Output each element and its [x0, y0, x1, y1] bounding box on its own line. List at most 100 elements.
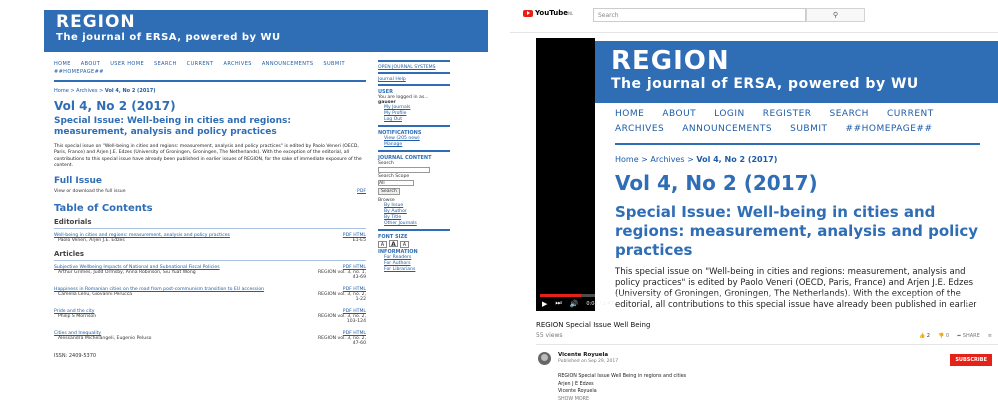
article-title-link[interactable]: Pride and the city: [54, 309, 96, 314]
desc-line: Vicente Royuela: [558, 389, 597, 394]
theater-icon[interactable]: ▭: [975, 299, 982, 308]
article-authors: Arthur Grimes, Judd Ormsby, Anna Robinso…: [58, 269, 196, 275]
scope-label: Search Scope: [378, 174, 410, 179]
article-title-link[interactable]: Happiness in Romanian cities on the road…: [54, 287, 264, 292]
frame-nav-item: SEARCH: [829, 109, 869, 119]
article-ref: REGION vol. 3, no. 2,: [317, 335, 366, 341]
sidebar-search-button[interactable]: Search: [378, 188, 400, 195]
article-item: Pride and the city Philip S Morrison PDF …: [54, 309, 366, 324]
publish-date: Published on Sep 29, 2017: [558, 359, 619, 364]
frame-nav-item: ANNOUNCEMENTS: [682, 124, 773, 134]
scope-select[interactable]: All: [378, 180, 414, 186]
frame-nav-item: ARCHIVES: [615, 124, 665, 134]
journal-banner: REGION The journal of ERSA, powered by W…: [44, 10, 488, 52]
yt-logo[interactable]: YouTube NL: [523, 9, 573, 17]
frame-nav-item: REGISTER: [762, 109, 812, 119]
nav-user-home[interactable]: USER HOME: [110, 61, 144, 67]
divider: [536, 344, 998, 345]
article-ref: REGION vol. 3, no. 1,: [317, 269, 366, 275]
article-authors: Camelia Lenu, Giovanni Perucca: [58, 291, 133, 297]
article-ref: REGION vol. 3, no. 2,: [317, 313, 366, 319]
frame-nav-item: ABOUT: [662, 109, 697, 119]
divider: [54, 227, 366, 229]
crumb-home[interactable]: Home: [54, 88, 69, 94]
play-icon[interactable]: ▶: [542, 300, 547, 308]
frame-nav-item: CURRENT: [886, 109, 934, 119]
sidebar-search-input[interactable]: [378, 167, 430, 173]
journal-main: HOME ABOUT USER HOME SEARCH CURRENT ARCHIVES A…: [54, 52, 366, 405]
nav-search[interactable]: SEARCH: [154, 61, 177, 67]
nav-announcements[interactable]: ANNOUNCEMENTS: [262, 61, 314, 67]
article-title-link[interactable]: Well-being in cities and regions: measur…: [54, 233, 230, 238]
nav-homepage[interactable]: ##HOMEPAGE##: [54, 69, 104, 75]
show-more-button[interactable]: SHOW MORE: [558, 396, 686, 404]
font-medium-button[interactable]: A: [389, 240, 398, 248]
dislike-button[interactable]: 👎 0: [938, 333, 949, 339]
article-ref: REGION vol. 3, no. 2,: [317, 291, 366, 297]
journal-title: REGION: [56, 12, 136, 32]
yt-header: YouTube NL Search ⚲: [510, 0, 998, 33]
divider: [378, 72, 450, 74]
font-small-button[interactable]: A: [378, 241, 387, 248]
divider: [378, 229, 450, 231]
other-journals[interactable]: Other Journals: [378, 221, 450, 227]
articles-heading: Articles: [54, 249, 85, 258]
article-item: Cities and Inequality Alessandra Michelan…: [54, 331, 366, 346]
full-issue-text: View or download the full issue: [54, 188, 126, 194]
logout-link[interactable]: Log Out: [378, 117, 450, 123]
for-librarians-link[interactable]: For Librarians: [378, 267, 450, 273]
nav-about[interactable]: ABOUT: [81, 61, 100, 67]
crumb-current: Vol 4, No 2 (2017): [104, 88, 156, 94]
notif-manage-link[interactable]: Manage: [378, 142, 450, 148]
search-input[interactable]: Search: [593, 8, 806, 22]
divider: [615, 143, 980, 145]
video-description: REGION Special Issue Well Being in regio…: [558, 373, 686, 403]
video-title: REGION Special Issue Well Being: [536, 321, 651, 329]
play-logo-icon: [523, 9, 533, 17]
frame-journal-title: REGION: [611, 46, 730, 76]
frame-main: HOME ABOUT LOGIN REGISTER SEARCH CURRENT ARCH…: [615, 104, 980, 311]
article-title-link[interactable]: Subjective Wellbeing Impacts of National…: [54, 265, 220, 270]
nav-home[interactable]: HOME: [54, 61, 71, 67]
desc-line: REGION Special Issue Well Being in regio…: [558, 374, 687, 379]
divider: [378, 60, 450, 62]
nav-current[interactable]: CURRENT: [187, 61, 214, 67]
crumb-archives[interactable]: Archives: [76, 88, 97, 94]
yt-logo-region: NL: [567, 10, 574, 16]
article-links[interactable]: PDF HTML: [343, 233, 366, 238]
nav-archives[interactable]: ARCHIVES: [224, 61, 252, 67]
view-count: 55 views: [536, 332, 563, 339]
article-authors: Philip S Morrison: [58, 313, 97, 319]
like-button[interactable]: 👍 2: [919, 333, 930, 339]
settings-icon[interactable]: ⚙: [964, 299, 970, 308]
frame-nav-item: ##HOMEPAGE##: [845, 124, 933, 134]
frame-breadcrumb: Home > Archives > Vol 4, No 2 (2017): [615, 155, 778, 164]
time-readout: 0:04 / 1:47: [586, 300, 614, 307]
avatar[interactable]: [538, 352, 551, 365]
fullscreen-icon[interactable]: ⛶: [987, 299, 992, 308]
add-to-icon[interactable]: ≡: [988, 333, 992, 339]
thumbs-down-icon: 👎: [937, 333, 945, 339]
frame-issue-title: Vol 4, No 2 (2017): [615, 171, 818, 195]
volume-icon[interactable]: 🔊: [570, 300, 579, 308]
progress-bar[interactable]: [540, 294, 994, 297]
share-icon: ➦: [957, 333, 962, 339]
article-pages: E1-E5: [352, 237, 366, 243]
share-button[interactable]: ➦ SHARE: [957, 333, 980, 339]
channel-name[interactable]: Vicente Royuela: [558, 352, 608, 358]
frame-journal-subtitle: The journal of ERSA, powered by WU: [611, 76, 919, 92]
full-issue-pdf-link[interactable]: PDF: [357, 189, 366, 194]
next-icon[interactable]: ⏭: [555, 299, 561, 308]
font-large-button[interactable]: A: [400, 241, 409, 248]
subscribe-button[interactable]: SUBSCRIBE: [950, 354, 992, 366]
frame-special-issue: Special Issue: Well-being in cities and …: [615, 203, 979, 259]
search-button[interactable]: ⚲: [806, 8, 865, 22]
article-pages: 103-124: [346, 318, 366, 324]
video-player[interactable]: REGION The journal of ERSA, powered by W…: [536, 38, 998, 311]
search-icon: ⚲: [832, 11, 839, 19]
nav-submit[interactable]: SUBMIT: [323, 61, 345, 67]
journal-help-link[interactable]: Journal Help: [378, 77, 450, 82]
video-actions: 👍 2 👎 0 ➦ SHARE ≡: [919, 333, 992, 339]
ojs-link[interactable]: OPEN JOURNAL SYSTEMS: [378, 65, 450, 70]
player-controls: ▶ ⏭ 🔊 0:04 / 1:47 ⚙ ▭ ⛶: [536, 289, 998, 311]
